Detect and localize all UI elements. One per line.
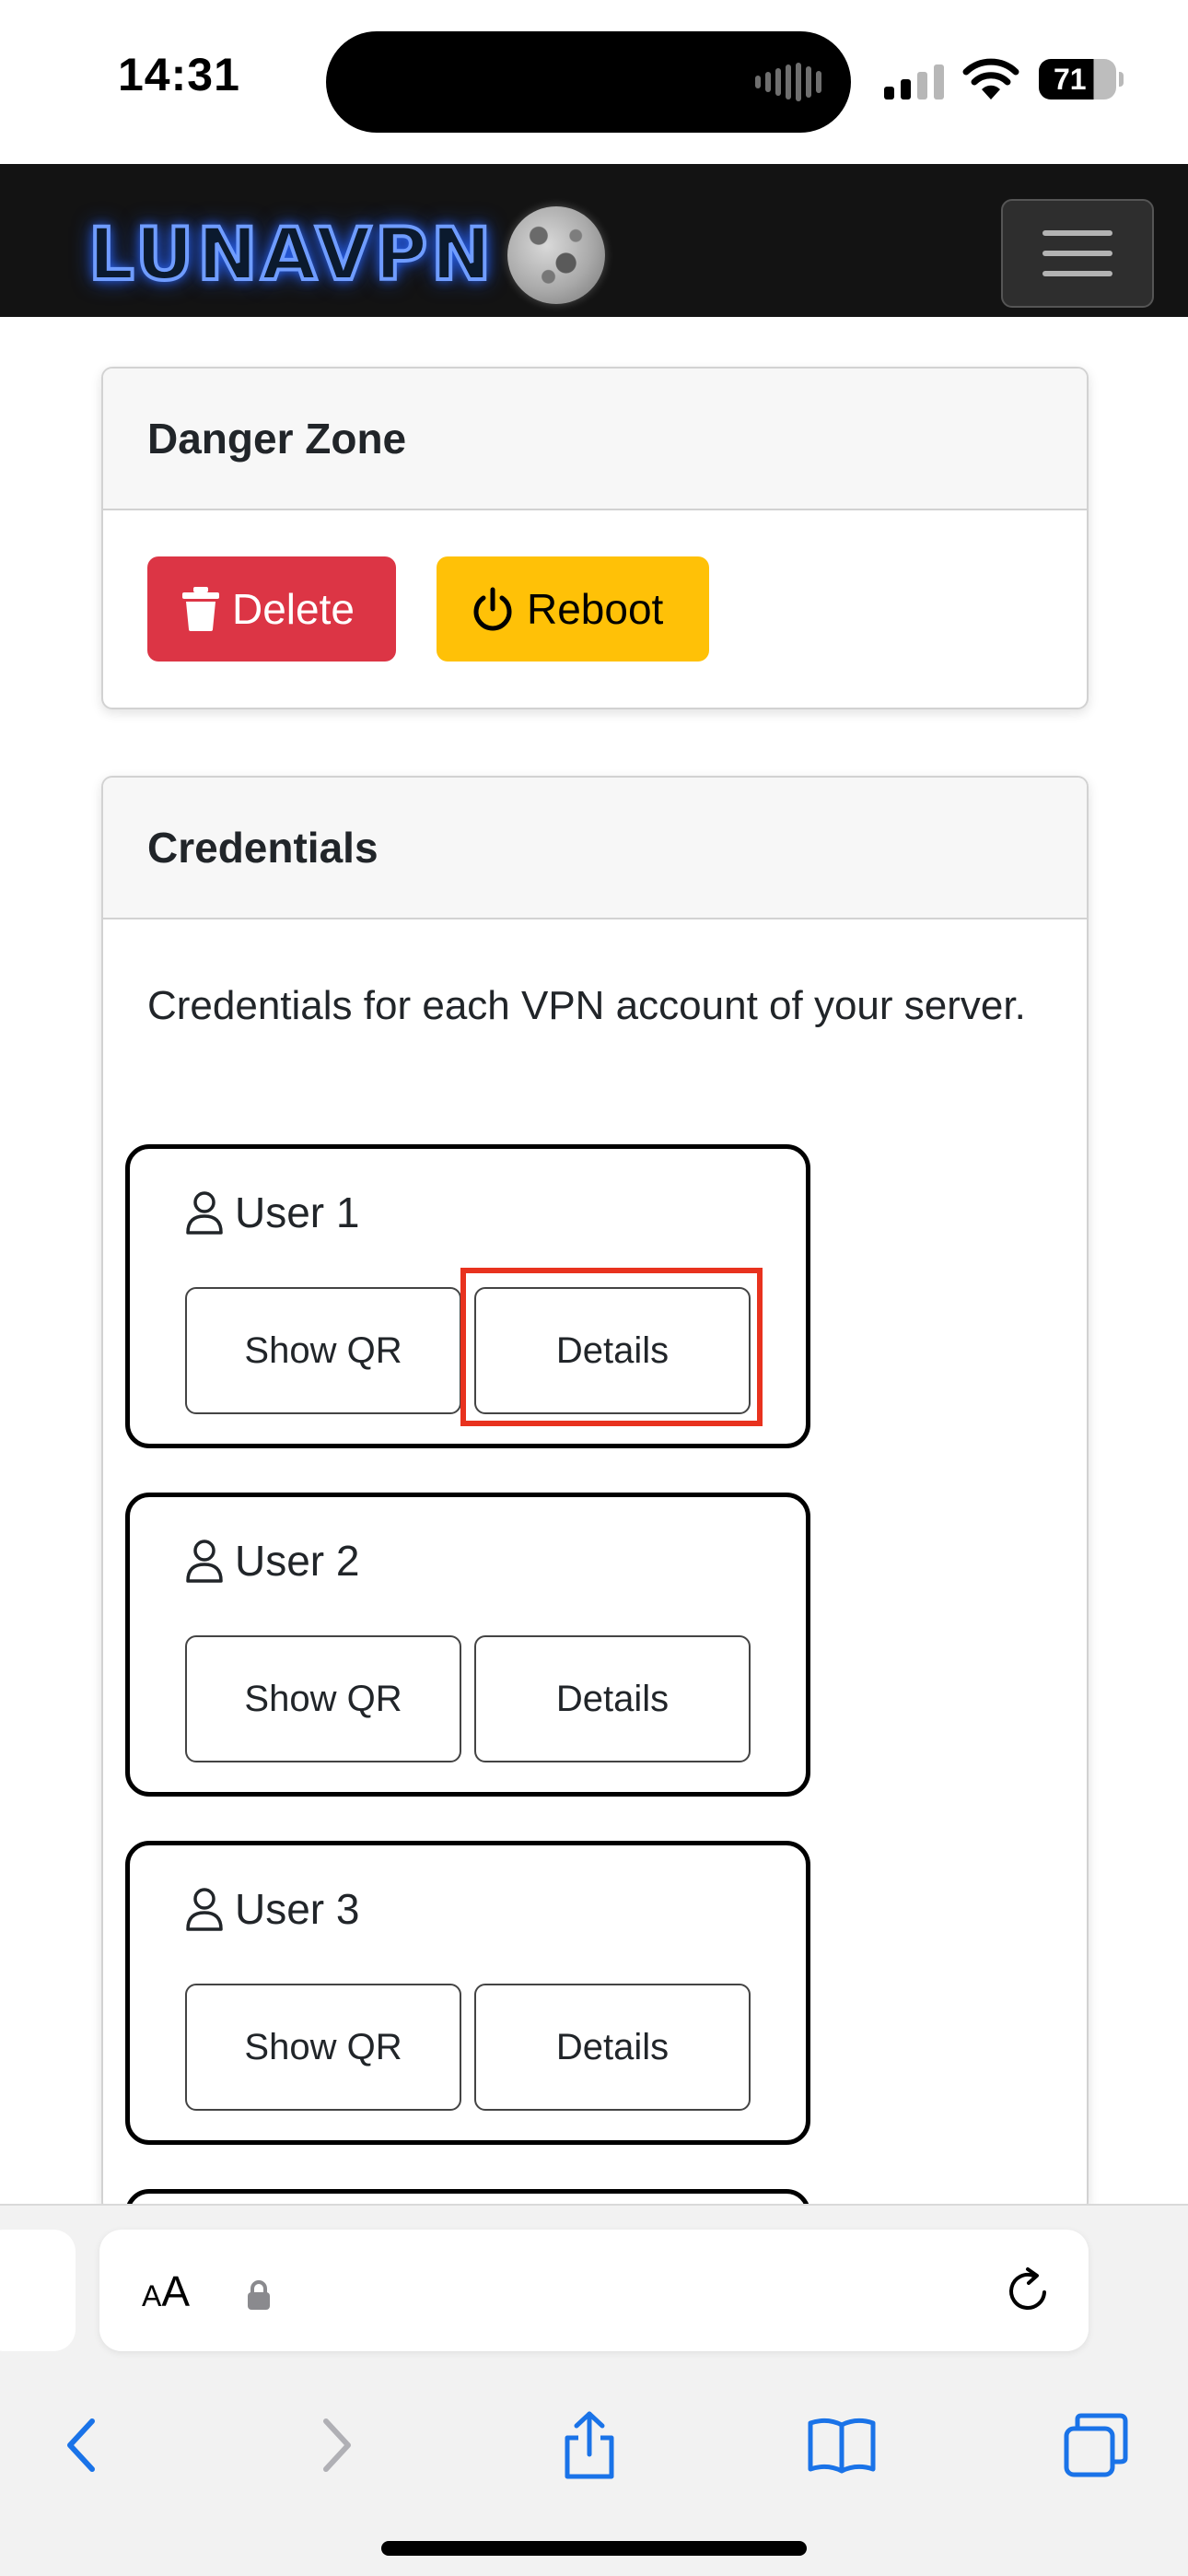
safari-toolbar: AA [0,2204,1188,2576]
tabs-button[interactable] [1041,2390,1151,2500]
user-name: User 3 [235,1885,360,1933]
danger-zone-card: Danger Zone Delete Reboot [101,367,1089,709]
signal-icon [884,64,944,100]
user-icon [186,1191,223,1235]
danger-zone-title: Danger Zone [103,369,1087,510]
credentials-title: Credentials [103,778,1087,919]
share-button[interactable] [534,2390,645,2500]
brand-logo-text: LUNAVPN [87,214,495,297]
tabs-icon [1064,2413,1128,2477]
back-icon [67,2418,95,2472]
lock-icon [248,2280,270,2310]
reload-icon[interactable] [1002,2265,1054,2316]
text-size-button[interactable]: AA [142,2266,190,2316]
bookmarks-icon [808,2418,876,2474]
forward-icon [323,2418,351,2472]
reboot-button[interactable]: Reboot [437,556,709,662]
audio-wave-icon [755,63,821,101]
user-name: User 2 [235,1537,360,1585]
user-icon [186,1540,223,1583]
battery-icon: 71 [1039,59,1124,100]
reboot-label: Reboot [527,585,664,633]
delete-label: Delete [232,585,355,633]
share-icon [565,2411,614,2479]
status-time: 14:31 [118,49,240,100]
delete-button[interactable]: Delete [147,556,396,662]
user-card: User 2 Show QR Details [125,1493,810,1797]
screen: 14:31 71 LUNAVPN Danger Zone Delete Rebo… [0,0,1188,2576]
battery-level: 71 [1054,62,1087,96]
user-name: User 1 [235,1188,360,1236]
trash-icon [182,587,219,631]
previous-tab-preview[interactable] [0,2230,76,2351]
brand-link[interactable]: LUNAVPN [87,206,606,304]
details-button[interactable]: Details [474,1984,751,2111]
wifi-icon [962,58,1019,100]
show-qr-button[interactable]: Show QR [185,1635,461,1762]
address-bar[interactable]: AA [99,2230,1089,2351]
moon-icon [507,206,606,304]
dynamic-island [326,31,851,133]
user-card: User 3 Show QR Details [125,1841,810,2145]
forward-button[interactable] [282,2390,392,2500]
details-button[interactable]: Details [474,1635,751,1762]
home-indicator [381,2541,807,2556]
credentials-description: Credentials for each VPN account of your… [147,983,1026,1028]
bookmarks-button[interactable] [786,2390,897,2500]
power-icon [473,587,512,631]
user-card: User 1 Show QR Details [125,1144,810,1448]
safari-nav-toolbar [0,2390,1188,2500]
site-navbar: LUNAVPN [0,164,1188,317]
show-qr-button[interactable]: Show QR [185,1984,461,2111]
status-bar: 14:31 71 [0,0,1188,164]
hamburger-menu-icon [1042,230,1112,236]
details-button[interactable]: Details [474,1287,751,1414]
show-qr-button[interactable]: Show QR [185,1287,461,1414]
hamburger-menu-button[interactable] [1001,199,1154,308]
user-icon [186,1888,223,1931]
credentials-card: Credentials Credentials for each VPN acc… [101,776,1089,2213]
back-button[interactable] [26,2390,136,2500]
